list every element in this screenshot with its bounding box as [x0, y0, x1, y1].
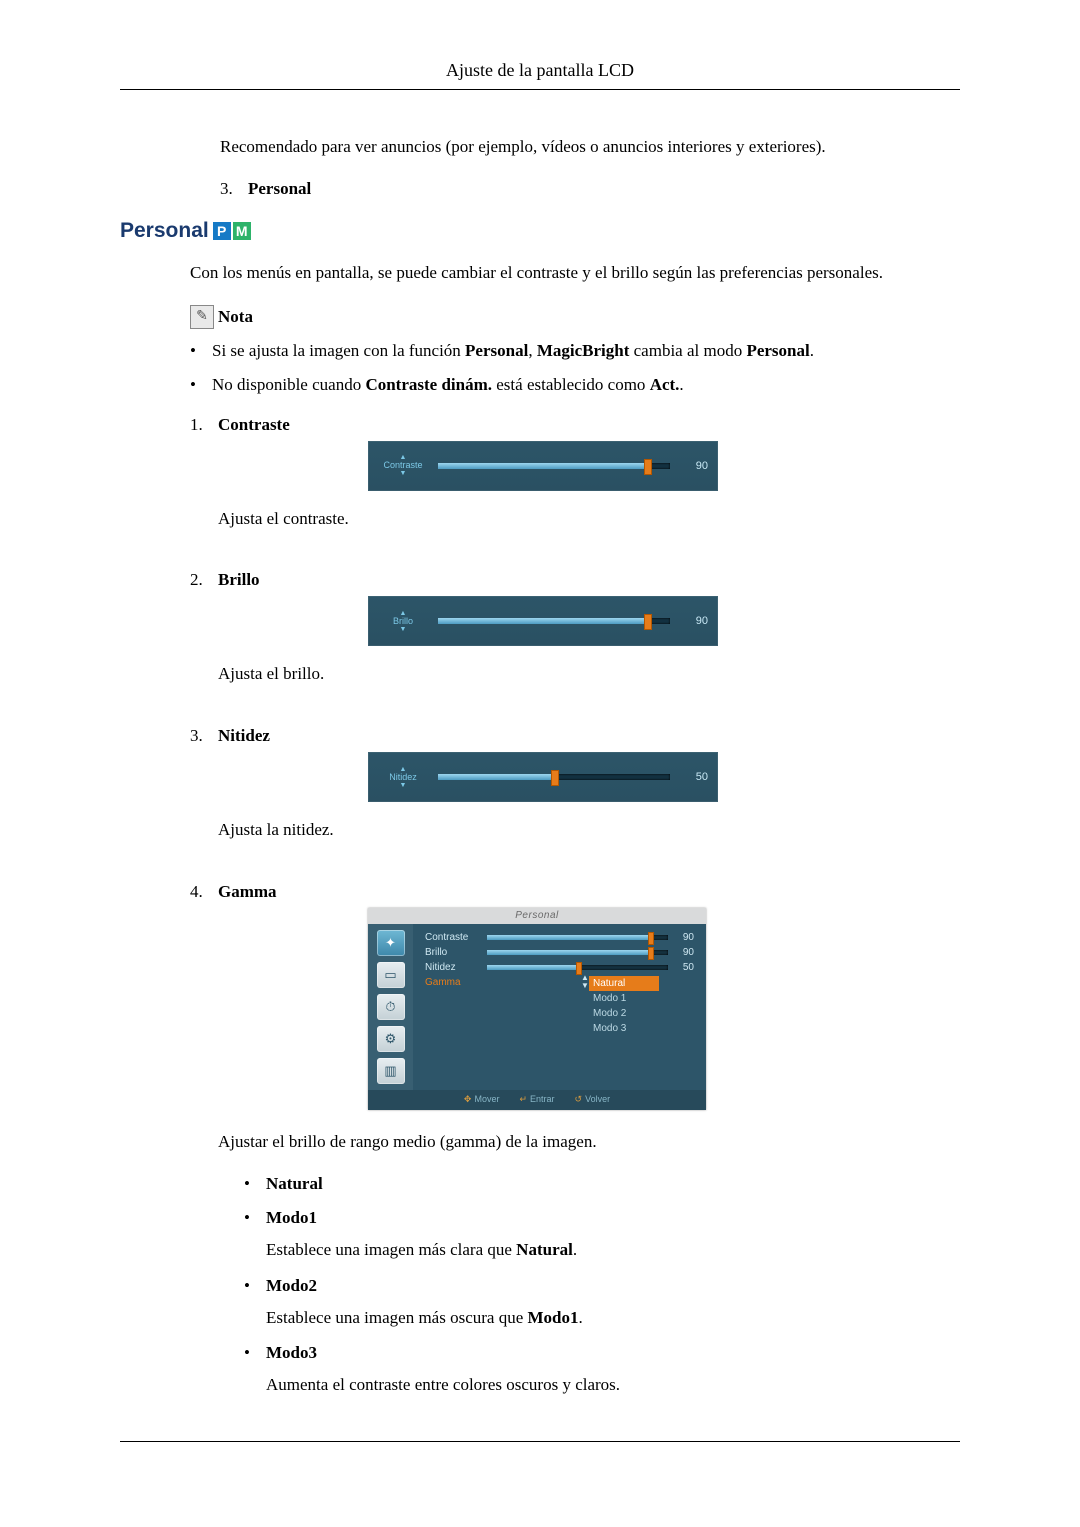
mode-modo3-desc: Aumenta el contraste entre colores oscur…	[266, 1373, 960, 1397]
bullet-dot: •	[190, 341, 212, 361]
gamma-footer-back: ↺Volver	[575, 1094, 611, 1105]
menu-timer-icon: ⏱	[377, 994, 405, 1020]
gamma-option-modo1: Modo 1	[589, 991, 659, 1006]
osd-brillo: ▲ Brillo ▼ 90	[368, 596, 718, 646]
osd-contraste: ▲ Contraste ▼ 90	[368, 441, 718, 491]
gm-row-contraste-label: Contraste	[425, 932, 487, 943]
gamma-desc: Ajustar el brillo de rango medio (gamma)…	[218, 1130, 960, 1154]
brillo-desc: Ajusta el brillo.	[218, 662, 960, 686]
mode-modo3: Modo3	[266, 1343, 317, 1362]
bullet-dot: •	[244, 1208, 266, 1262]
osd-contraste-value: 90	[680, 460, 718, 472]
nitidez-num: 3.	[190, 726, 218, 862]
bullet-dot: •	[190, 375, 212, 395]
menu-info-icon: ▥	[377, 1058, 405, 1084]
intro-recommended: Recomendado para ver anuncios (por ejemp…	[220, 135, 960, 159]
gm-row-contraste-val: 90	[674, 932, 694, 943]
pm-badge: P M	[213, 222, 251, 240]
gamma-arrows-icon: ▲▼	[581, 974, 589, 990]
brillo-title: Brillo	[218, 570, 960, 590]
gamma-title: Gamma	[218, 882, 960, 902]
personal-intro: Con los menús en pantalla, se puede camb…	[190, 261, 960, 285]
gamma-option-natural: Natural	[589, 976, 659, 991]
nitidez-desc: Ajusta la nitidez.	[218, 818, 960, 842]
mode-modo1: Modo1	[266, 1208, 317, 1227]
gm-row-nitidez-val: 50	[674, 962, 694, 973]
nitidez-title: Nitidez	[218, 726, 960, 746]
gamma-option-modo3: Modo 3	[589, 1021, 659, 1036]
bullet-dot: •	[244, 1276, 266, 1330]
slider-thumb-icon	[551, 770, 559, 786]
page-header: Ajuste de la pantalla LCD	[120, 60, 960, 90]
gamma-option-modo2: Modo 2	[589, 1006, 659, 1021]
mode-modo2: Modo2	[266, 1276, 317, 1295]
gm-row-brillo-label: Brillo	[425, 947, 487, 958]
osd-nitidez-track	[438, 774, 670, 780]
down-arrow-icon: ▼	[400, 626, 407, 633]
slider-thumb-icon	[644, 614, 652, 630]
menu-setup-icon: ⚙	[377, 1026, 405, 1052]
down-arrow-icon: ▼	[400, 470, 407, 477]
gm-row-brillo-val: 90	[674, 947, 694, 958]
osd-brillo-value: 90	[680, 615, 718, 627]
brillo-num: 2.	[190, 570, 218, 706]
gamma-osd-menu: Personal ✦ ▭ ⏱ ⚙ ▥ Contrast	[368, 908, 706, 1110]
contraste-title: Contraste	[218, 415, 960, 435]
gm-row-gamma-label: Gamma	[425, 977, 487, 988]
osd-brillo-track	[438, 618, 670, 624]
footer-rule	[120, 1441, 960, 1442]
note-icon: ✎	[190, 305, 214, 329]
gamma-num: 4.	[190, 882, 218, 1411]
gamma-footer-move: ✥Mover	[464, 1094, 500, 1105]
bullet-dot: •	[244, 1343, 266, 1397]
note-2: No disponible cuando Contraste dinám. es…	[212, 375, 960, 395]
osd-contraste-label: Contraste	[383, 461, 422, 470]
badge-p-icon: P	[213, 222, 231, 240]
intro-item3-num: 3.	[220, 179, 248, 199]
badge-m-icon: M	[233, 222, 251, 240]
gamma-footer-enter: ↵Entrar	[519, 1094, 554, 1105]
osd-brillo-label: Brillo	[393, 617, 413, 626]
menu-picture-icon: ✦	[377, 930, 405, 956]
bullet-dot: •	[244, 1174, 266, 1194]
section-heading-personal: Personal P M	[120, 219, 960, 243]
section-title: Personal	[120, 219, 209, 243]
gamma-menu-title: Personal	[368, 908, 706, 924]
mode-natural: Natural	[266, 1174, 960, 1194]
intro-item3-label: Personal	[248, 179, 960, 199]
note-1: Si se ajusta la imagen con la función Pe…	[212, 341, 960, 361]
osd-nitidez-value: 50	[680, 771, 718, 783]
contraste-num: 1.	[190, 415, 218, 551]
gm-row-nitidez-label: Nitidez	[425, 962, 487, 973]
gamma-options-dropdown: Natural Modo 1 Modo 2 Modo 3	[589, 976, 659, 1036]
osd-contraste-track	[438, 463, 670, 469]
osd-nitidez-label: Nitidez	[389, 773, 417, 782]
mode-modo1-desc: Establece una imagen más clara que Natur…	[266, 1238, 960, 1262]
contraste-desc: Ajusta el contraste.	[218, 507, 960, 531]
osd-nitidez: ▲ Nitidez ▼ 50	[368, 752, 718, 802]
mode-modo2-desc: Establece una imagen más oscura que Modo…	[266, 1306, 960, 1330]
menu-screen-icon: ▭	[377, 962, 405, 988]
slider-thumb-icon	[644, 459, 652, 475]
down-arrow-icon: ▼	[400, 782, 407, 789]
nota-label: Nota	[218, 307, 253, 327]
